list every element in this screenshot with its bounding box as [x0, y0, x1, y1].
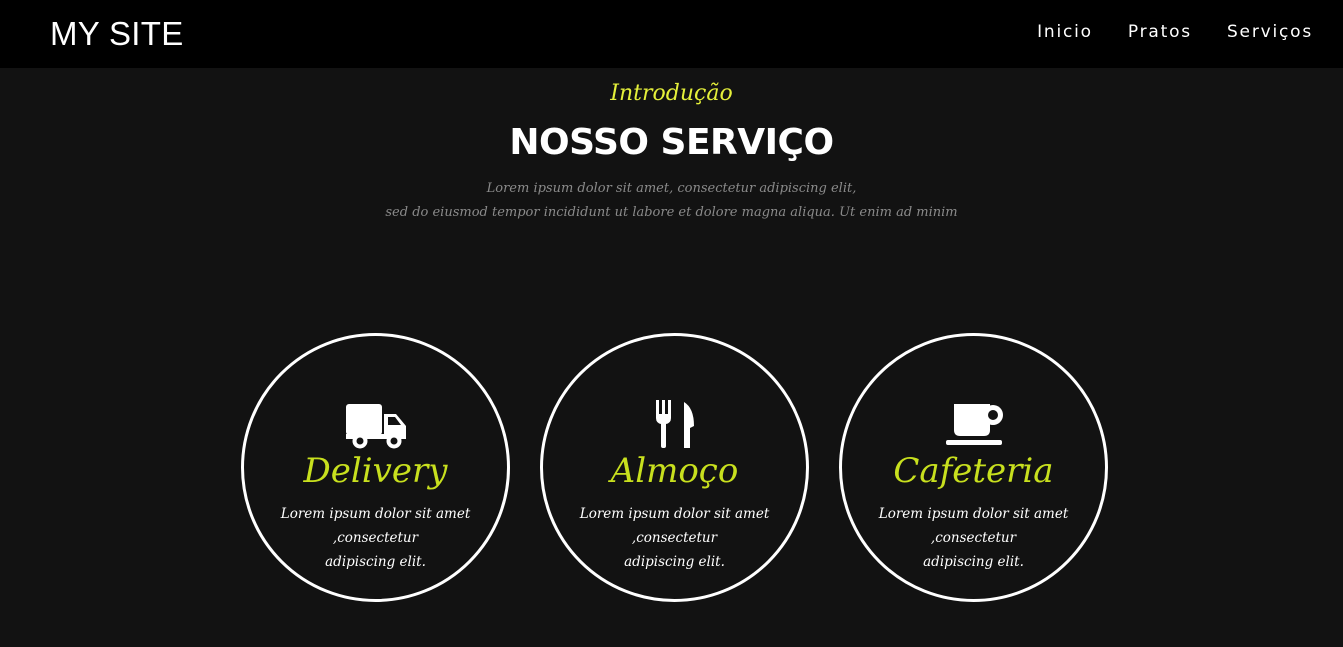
section-description: Lorem ipsum dolor sit amet, consectetur … [0, 177, 1343, 225]
card-text: Lorem ipsum dolor sit amet ,consectetur … [266, 502, 485, 574]
nav-link-inicio[interactable]: Inicio [1037, 20, 1093, 44]
section-description-line-2: sed do eiusmod tempor incididunt ut labo… [385, 205, 958, 220]
card-text-line-2: ,consectetur [332, 530, 419, 546]
service-card-delivery: Delivery Lorem ipsum dolor sit amet ,con… [241, 333, 510, 602]
navbar: MY SITE Inicio Pratos Serviços [0, 0, 1343, 68]
card-title: Almoço [610, 451, 739, 491]
service-card-cafeteria: Cafeteria Lorem ipsum dolor sit amet ,co… [839, 333, 1108, 602]
truck-icon [344, 400, 408, 450]
site-logo[interactable]: MY SITE [50, 14, 184, 54]
card-title: Delivery [303, 451, 448, 491]
card-text: Lorem ipsum dolor sit amet ,consectetur … [565, 502, 784, 574]
card-text: Lorem ipsum dolor sit amet ,consectetur … [864, 502, 1083, 574]
card-text-line-2: ,consectetur [631, 530, 718, 546]
utensils-icon [643, 400, 707, 450]
card-text-line-2: ,consectetur [930, 530, 1017, 546]
card-text-line-1: Lorem ipsum dolor sit amet [280, 506, 471, 522]
nav-link-servicos[interactable]: Serviços [1227, 20, 1313, 44]
card-text-line-3: adipiscing elit. [923, 554, 1024, 570]
card-title: Cafeteria [893, 451, 1054, 491]
service-card-almoco: Almoço Lorem ipsum dolor sit amet ,conse… [540, 333, 809, 602]
card-text-line-1: Lorem ipsum dolor sit amet [878, 506, 1069, 522]
section-description-line-1: Lorem ipsum dolor sit amet, consectetur … [486, 181, 857, 196]
nav-link-pratos[interactable]: Pratos [1128, 20, 1192, 44]
card-text-line-3: adipiscing elit. [624, 554, 725, 570]
nav-menu: Inicio Pratos Serviços [1037, 20, 1313, 44]
section-title: NOSSO SERVIÇO [509, 122, 834, 163]
card-text-line-3: adipiscing elit. [325, 554, 426, 570]
card-text-line-1: Lorem ipsum dolor sit amet [579, 506, 770, 522]
section-intro: Introdução [610, 81, 733, 106]
coffee-cup-icon [942, 400, 1006, 450]
